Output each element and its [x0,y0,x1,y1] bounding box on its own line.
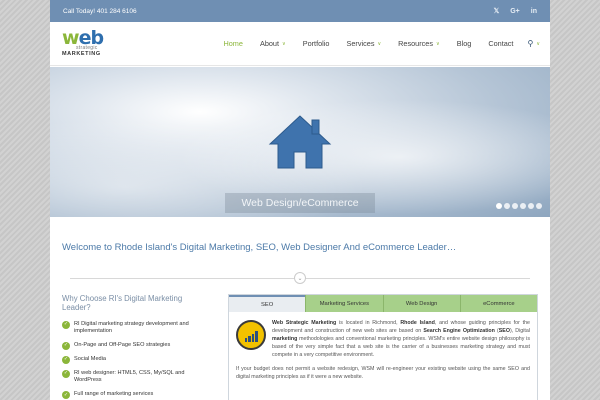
check-circle-icon: ✓ [62,369,70,378]
tab-panel-seo: Web Strategic Marketing is located in Ri… [229,312,537,390]
tab-seo[interactable]: SEO [229,295,306,312]
check-circle-icon: ✓ [62,320,70,329]
slider-dot[interactable] [528,203,534,209]
seo-paragraph-1: Web Strategic Marketing is located in Ri… [272,320,530,358]
slider-dot[interactable] [504,203,510,209]
why-choose-list: ✓ RI Digital marketing strategy developme… [62,320,210,399]
slider-dots [496,203,542,209]
slider-dot[interactable] [512,203,518,209]
check-circle-icon: ✓ [62,355,70,364]
nav-item-portfolio[interactable]: Portfolio [303,39,330,48]
why-choose-section: Why Choose RI's Digital Marketing Leader… [62,294,210,400]
tab-bar: SEO Marketing Services Web Design eCommerce [229,295,537,312]
chevron-down-icon: ∨ [436,40,440,47]
main-nav: Home About ∨ Portfolio Services ∨ Resources ∨ Bl… [206,39,540,48]
tab-ecommerce[interactable]: eCommerce [459,295,537,312]
why-choose-title: Why Choose RI's Digital Marketing Leader… [62,294,183,313]
google-plus-icon[interactable]: G+ [510,8,520,15]
social-links: 𝕏 G+ in [494,7,537,16]
top-bar: Call Today! 401 284 6106 𝕏 G+ in [50,0,550,22]
list-item: ✓ Full range of marketing services [62,390,154,399]
slide-caption: Web Design/eCommerce [225,193,375,213]
services-tabs: SEO Marketing Services Web Design eCommerce… [228,294,538,400]
linkedin-icon[interactable]: in [531,8,537,15]
slider-dot[interactable] [520,203,526,209]
house-icon [268,115,332,169]
search-icon[interactable]: ⚲ ∨ [527,39,540,48]
list-item: ✓ RI web designer: HTML5, CSS, My/SQL and… [62,369,185,384]
nav-item-about[interactable]: About ∨ [260,39,286,48]
chevron-down-icon: ∨ [377,40,382,47]
site-header: web strategic MARKETING Home About ∨ Portfo… [50,22,550,66]
chevron-down-icon: ∨ [282,40,286,47]
section-divider: ⌄ [70,272,530,286]
nav-item-services[interactable]: Services ∨ [346,39,381,48]
welcome-heading: Welcome to Rhode Island's Digital Market… [62,242,457,253]
chevron-down-icon[interactable]: ⌄ [294,272,306,284]
check-circle-icon: ✓ [62,341,70,350]
nav-item-home[interactable]: Home [223,39,242,48]
nav-item-resources[interactable]: Resources ∨ [398,39,440,48]
check-circle-icon: ✓ [62,390,70,399]
nav-item-contact[interactable]: Contact [488,39,513,48]
seo-paragraph-2: If your budget does not permit a website… [236,365,530,380]
list-item: ✓ RI Digital marketing strategy developme… [62,320,189,335]
page: Call Today! 401 284 6106 𝕏 G+ in web str… [50,0,550,400]
list-item: ✓ On-Page and Off-Page SEO strategies [62,341,171,350]
tab-marketing-services[interactable]: Marketing Services [305,295,383,312]
nav-item-blog[interactable]: Blog [457,39,472,48]
bar-chart-icon [236,320,266,350]
hero-slider: Web Design/eCommerce [50,67,550,217]
list-item: ✓ Social Media [62,355,107,364]
slider-dot[interactable] [496,203,502,209]
twitter-icon[interactable]: 𝕏 [494,7,500,15]
chevron-down-icon: ∨ [536,40,540,47]
tab-web-design[interactable]: Web Design [382,295,460,312]
phone-number: Call Today! 401 284 6106 [63,7,137,15]
slider-dot[interactable] [536,203,542,209]
site-logo[interactable]: web strategic MARKETING [62,29,104,58]
